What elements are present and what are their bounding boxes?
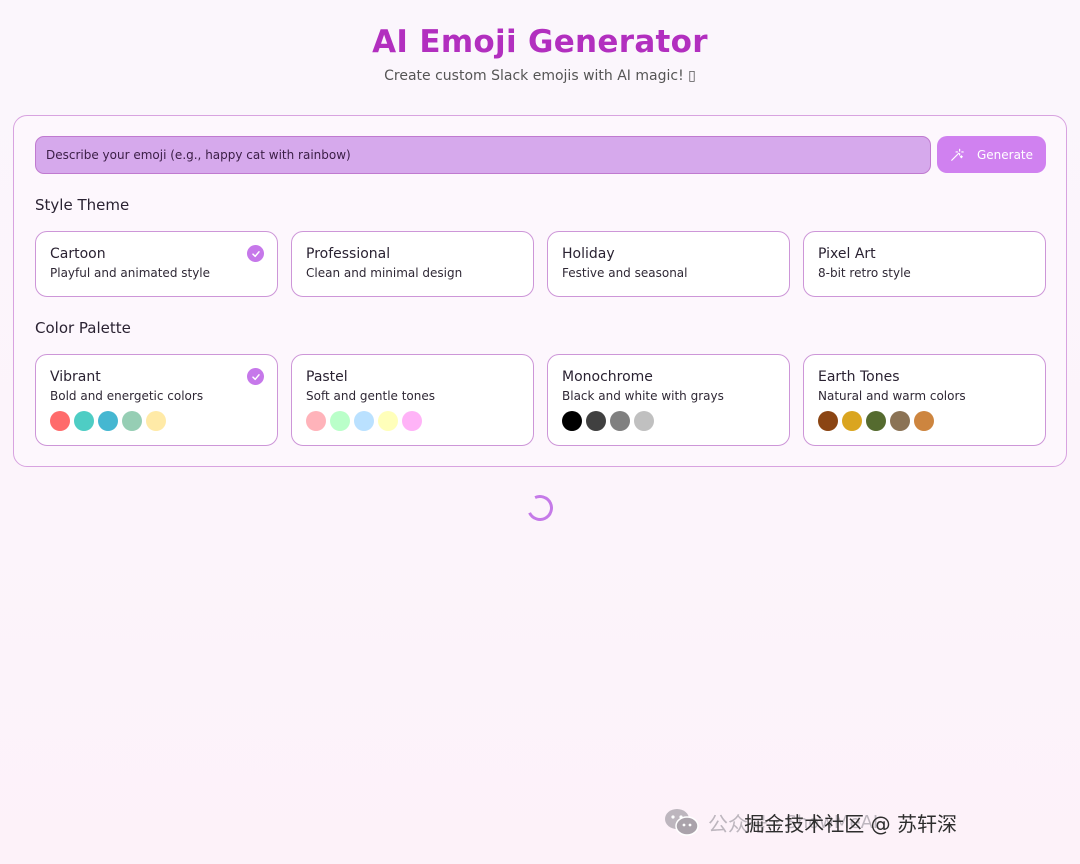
palette-option-description: Bold and energetic colors [50, 389, 204, 403]
selected-check-icon [247, 245, 264, 262]
palette-option-name: Earth Tones [818, 369, 900, 385]
style-option-name: Pixel Art [818, 246, 876, 262]
style-option-description: Playful and animated style [50, 266, 211, 280]
palette-option-description: Soft and gentle tones [306, 389, 436, 403]
color-swatch [402, 411, 422, 431]
palette-option-name: Monochrome [562, 369, 653, 385]
color-swatch [562, 411, 582, 431]
color-swatch [354, 411, 374, 431]
color-swatch [818, 411, 838, 431]
style-option-holiday[interactable]: Holiday Festive and seasonal [547, 231, 790, 297]
color-swatch [330, 411, 350, 431]
generator-panel: Generate Style Theme Cartoon Playful and… [13, 115, 1067, 467]
color-swatch [50, 411, 70, 431]
palette-option-monochrome[interactable]: Monochrome Black and white with grays [547, 354, 790, 446]
style-option-name: Cartoon [50, 246, 106, 262]
color-swatch [914, 411, 934, 431]
color-swatch [842, 411, 862, 431]
color-swatch [74, 411, 94, 431]
palette-swatches [50, 411, 263, 431]
color-swatch [98, 411, 118, 431]
color-swatch [122, 411, 142, 431]
palette-option-name: Pastel [306, 369, 348, 385]
color-swatch [634, 411, 654, 431]
color-swatch [658, 411, 678, 431]
color-swatch [866, 411, 886, 431]
style-option-pixel-art[interactable]: Pixel Art 8-bit retro style [803, 231, 1046, 297]
palette-option-earth-tones[interactable]: Earth Tones Natural and warm colors [803, 354, 1046, 446]
palette-option-description: Black and white with grays [562, 389, 724, 403]
color-swatch [378, 411, 398, 431]
style-option-description: Clean and minimal design [306, 266, 463, 280]
color-swatch [146, 411, 166, 431]
selected-check-icon [247, 368, 264, 385]
style-option-professional[interactable]: Professional Clean and minimal design [291, 231, 534, 297]
color-palette-heading: Color Palette [35, 319, 131, 337]
color-swatch [306, 411, 326, 431]
style-option-description: 8-bit retro style [818, 266, 911, 280]
palette-option-vibrant[interactable]: Vibrant Bold and energetic colors [35, 354, 278, 446]
color-swatch [890, 411, 910, 431]
palette-swatches [818, 411, 1031, 431]
generate-button-label: Generate [976, 147, 1034, 162]
style-option-cartoon[interactable]: Cartoon Playful and animated style [35, 231, 278, 297]
watermark-text: 掘金技术社区 @ 苏轩深 [744, 811, 957, 836]
watermark: 公众号 · ShowMeAI 掘金技术社区 @ 苏轩深 [662, 805, 957, 839]
wechat-icon [665, 809, 699, 836]
palette-option-pastel[interactable]: Pastel Soft and gentle tones [291, 354, 534, 446]
color-swatch [610, 411, 630, 431]
style-option-name: Professional [306, 246, 391, 262]
loading-spinner-icon [523, 491, 557, 525]
palette-swatches [306, 411, 519, 431]
palette-option-description: Natural and warm colors [818, 389, 966, 403]
style-option-description: Festive and seasonal [562, 266, 688, 280]
magic-wand-icon [951, 148, 964, 161]
style-option-name: Holiday [562, 246, 615, 262]
palette-swatches [562, 411, 775, 431]
generate-button[interactable]: Generate [937, 136, 1046, 173]
page-title: AI Emoji Generator [372, 24, 708, 60]
palette-option-name: Vibrant [50, 369, 101, 385]
style-theme-heading: Style Theme [35, 196, 130, 214]
color-swatch [586, 411, 606, 431]
emoji-prompt-input[interactable] [35, 136, 931, 174]
page-subtitle: Create custom Slack emojis with AI magic… [384, 68, 696, 84]
